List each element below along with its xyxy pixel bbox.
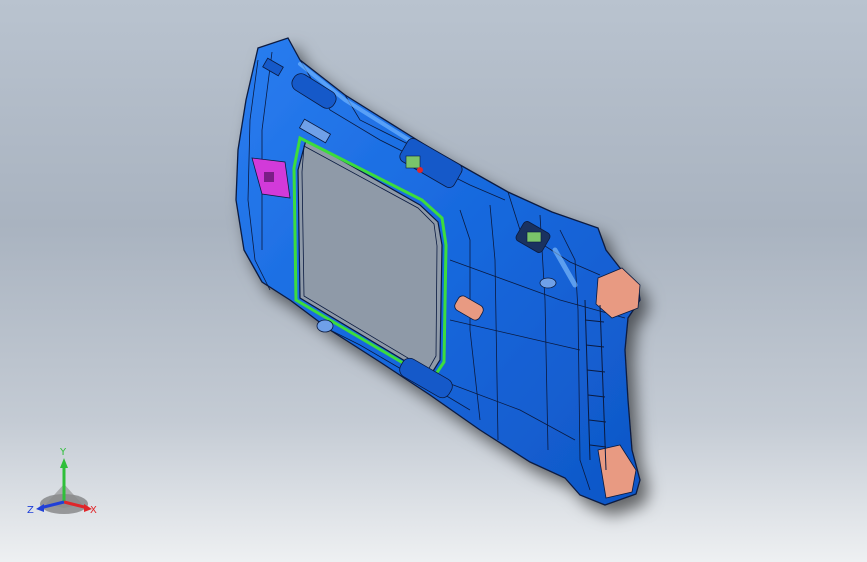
coordinate-triad[interactable]: Y X Z	[24, 446, 104, 526]
lower-clip-2	[539, 277, 557, 289]
triad-y-label: Y	[60, 447, 67, 458]
graphics-viewport[interactable]: Y X Z	[0, 0, 867, 562]
lower-clip	[316, 319, 334, 333]
headliner-model[interactable]	[0, 0, 867, 562]
triad-x-label: X	[90, 505, 97, 516]
magenta-bracket-hole	[264, 172, 274, 182]
triad-z-label: Z	[27, 505, 34, 516]
